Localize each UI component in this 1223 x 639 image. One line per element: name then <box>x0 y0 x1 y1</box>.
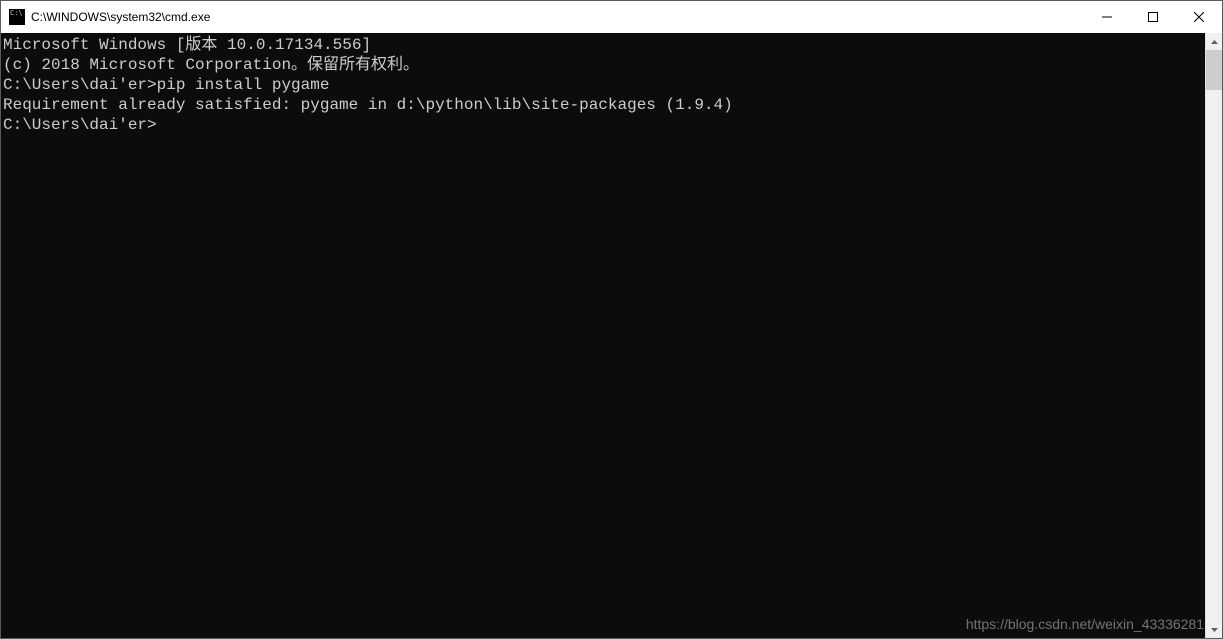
titlebar[interactable]: C:\WINDOWS\system32\cmd.exe <box>1 1 1222 33</box>
client-area: Microsoft Windows [版本 10.0.17134.556](c)… <box>1 33 1222 638</box>
cmd-icon <box>9 9 25 25</box>
terminal-line: C:\Users\dai'er> <box>3 115 1205 135</box>
terminal-line: (c) 2018 Microsoft Corporation。保留所有权利。 <box>3 55 1205 75</box>
scroll-up-button[interactable] <box>1206 33 1222 50</box>
terminal-line: Requirement already satisfied: pygame in… <box>3 95 1205 115</box>
close-button[interactable] <box>1176 1 1222 33</box>
scroll-thumb[interactable] <box>1206 50 1222 90</box>
cmd-window: C:\WINDOWS\system32\cmd.exe Microsoft Wi… <box>0 0 1223 639</box>
window-controls <box>1084 1 1222 33</box>
minimize-button[interactable] <box>1084 1 1130 33</box>
maximize-button[interactable] <box>1130 1 1176 33</box>
vertical-scrollbar[interactable] <box>1205 33 1222 638</box>
terminal-output[interactable]: Microsoft Windows [版本 10.0.17134.556](c)… <box>1 33 1205 638</box>
scroll-down-button[interactable] <box>1206 621 1222 638</box>
terminal-line: C:\Users\dai'er>pip install pygame <box>3 75 1205 95</box>
scroll-track[interactable] <box>1206 50 1222 621</box>
terminal-line: Microsoft Windows [版本 10.0.17134.556] <box>3 35 1205 55</box>
window-title: C:\WINDOWS\system32\cmd.exe <box>31 10 1084 24</box>
